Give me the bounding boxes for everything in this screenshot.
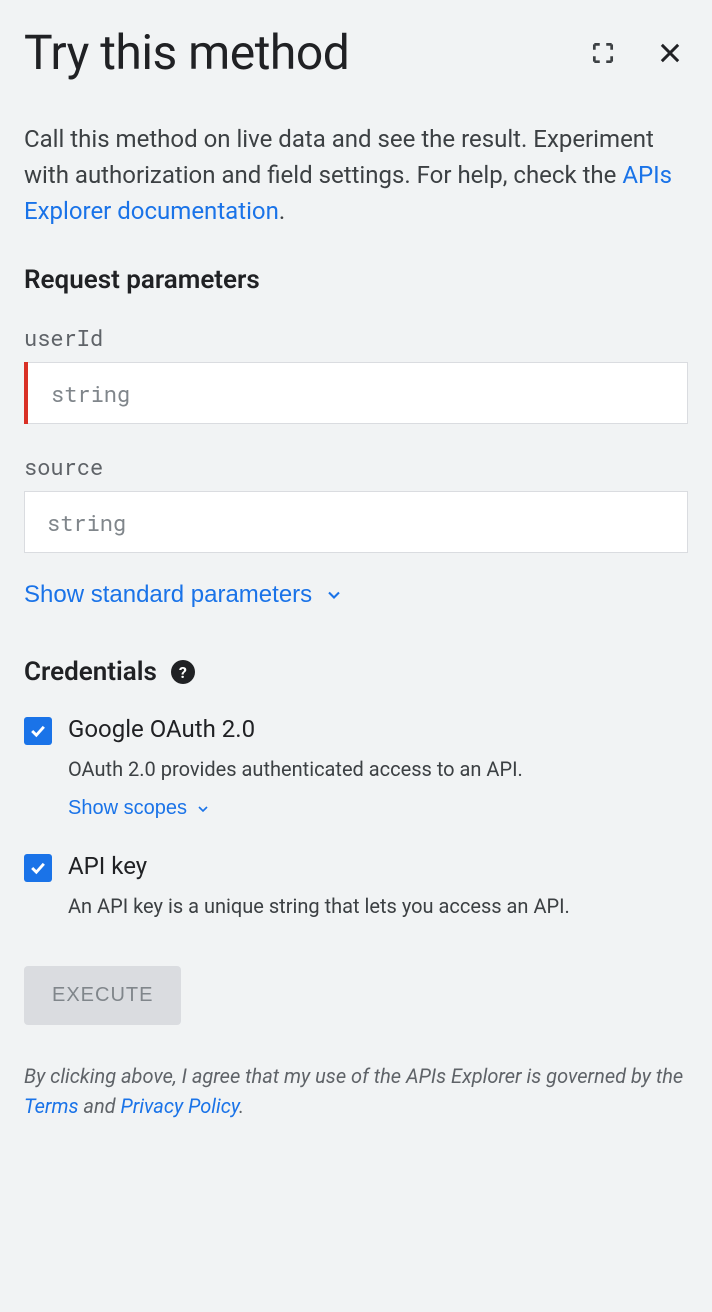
credentials-heading: Credentials ? (24, 657, 688, 687)
disclaimer-after: . (239, 1094, 244, 1118)
param-source-label: source (24, 452, 688, 481)
panel-title: Try this method (24, 24, 349, 81)
apikey-description: An API key is a unique string that lets … (68, 894, 688, 918)
chevron-down-icon (324, 585, 344, 605)
show-standard-params-label: Show standard parameters (24, 581, 312, 609)
credential-oauth-row: Google OAuth 2.0 (24, 715, 688, 745)
terms-link[interactable]: Terms (24, 1094, 78, 1118)
disclaimer-before: By clicking above, I agree that my use o… (24, 1064, 683, 1088)
credentials-section: Credentials ? Google OAuth 2.0 OAuth 2.0… (24, 657, 688, 918)
check-icon (28, 721, 48, 741)
disclaimer-and: and (78, 1094, 120, 1118)
panel-header: Try this method (24, 24, 688, 81)
check-icon (28, 858, 48, 878)
chevron-down-icon (195, 801, 211, 817)
description-text: Call this method on live data and see th… (24, 125, 654, 189)
apikey-body: An API key is a unique string that lets … (68, 894, 688, 918)
fullscreen-icon (590, 40, 616, 66)
show-standard-params-button[interactable]: Show standard parameters (24, 581, 344, 609)
close-icon (656, 39, 684, 67)
param-userid-label: userId (24, 323, 688, 352)
show-scopes-button[interactable]: Show scopes (68, 797, 211, 820)
credential-apikey-row: API key (24, 852, 688, 882)
param-source-input[interactable] (24, 491, 688, 553)
apikey-checkbox[interactable] (24, 854, 52, 882)
execute-button[interactable]: EXECUTE (24, 966, 181, 1025)
apikey-label: API key (68, 852, 147, 880)
param-userid-group: userId (24, 323, 688, 424)
credentials-heading-text: Credentials (24, 657, 157, 687)
request-params-heading: Request parameters (24, 265, 688, 295)
param-userid-wrapper (24, 362, 688, 424)
privacy-link[interactable]: Privacy Policy (121, 1094, 239, 1118)
param-source-group: source (24, 452, 688, 553)
oauth-description: OAuth 2.0 provides authenticated access … (68, 757, 688, 781)
fullscreen-button[interactable] (586, 36, 620, 70)
panel-description: Call this method on live data and see th… (24, 121, 688, 229)
description-suffix: . (279, 197, 285, 225)
oauth-checkbox[interactable] (24, 717, 52, 745)
oauth-body: OAuth 2.0 provides authenticated access … (68, 757, 688, 820)
param-userid-input[interactable] (24, 362, 688, 424)
show-scopes-label: Show scopes (68, 797, 187, 820)
help-icon[interactable]: ? (171, 660, 195, 684)
param-source-wrapper (24, 491, 688, 553)
close-button[interactable] (652, 35, 688, 71)
header-actions (586, 35, 688, 71)
disclaimer-text: By clicking above, I agree that my use o… (24, 1061, 688, 1121)
oauth-label: Google OAuth 2.0 (68, 715, 255, 743)
